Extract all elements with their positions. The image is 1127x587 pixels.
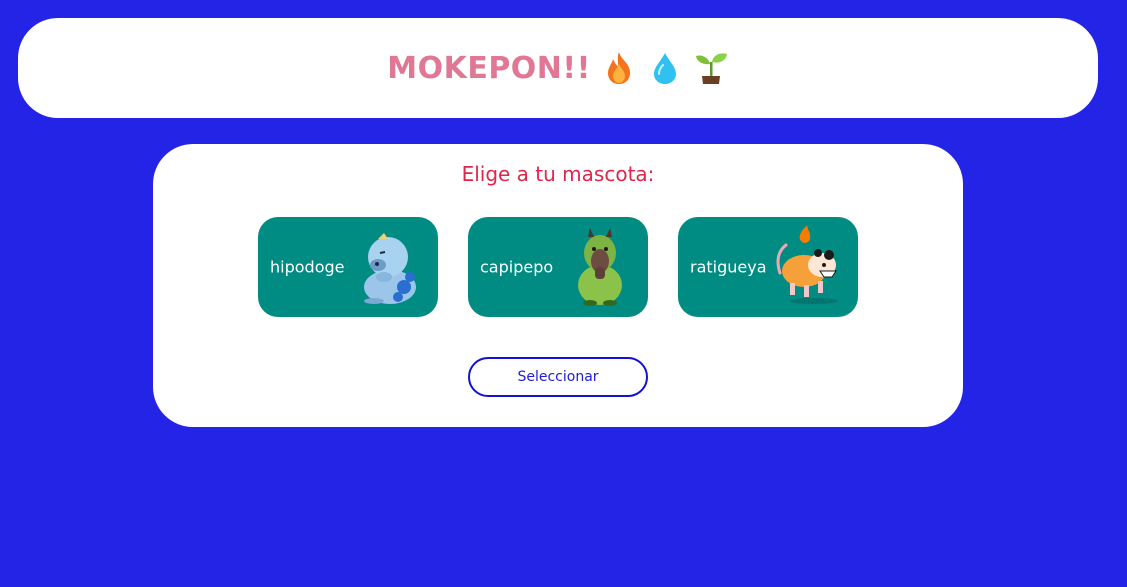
pet-option-capipepo[interactable]: capipepo: [468, 217, 648, 317]
ratigueya-image: [776, 225, 838, 304]
hipodoge-image: [364, 233, 416, 304]
pet-label: hipodoge: [270, 257, 345, 277]
pet-option-hipodoge[interactable]: hipodoge: [258, 217, 438, 317]
pet-label: capipepo: [480, 257, 554, 277]
seedling-icon: [695, 53, 727, 84]
pet-selection-card: Elige a tu mascota: hipodoge capipepo ra…: [153, 144, 963, 427]
pet-label: ratigueya: [690, 257, 767, 277]
capipepo-image: [578, 228, 622, 306]
water-drop-icon: [653, 53, 676, 84]
select-pet-button[interactable]: Seleccionar: [468, 357, 648, 397]
pet-option-ratigueya[interactable]: ratigueya: [678, 217, 858, 317]
fire-icon: [607, 52, 630, 84]
page-title: MOKEPON!!: [387, 50, 591, 86]
pet-options: hipodoge capipepo ratigueya: [258, 217, 858, 317]
pet-prompt: Elige a tu mascota:: [461, 162, 655, 186]
header: MOKEPON!!: [18, 18, 1098, 118]
